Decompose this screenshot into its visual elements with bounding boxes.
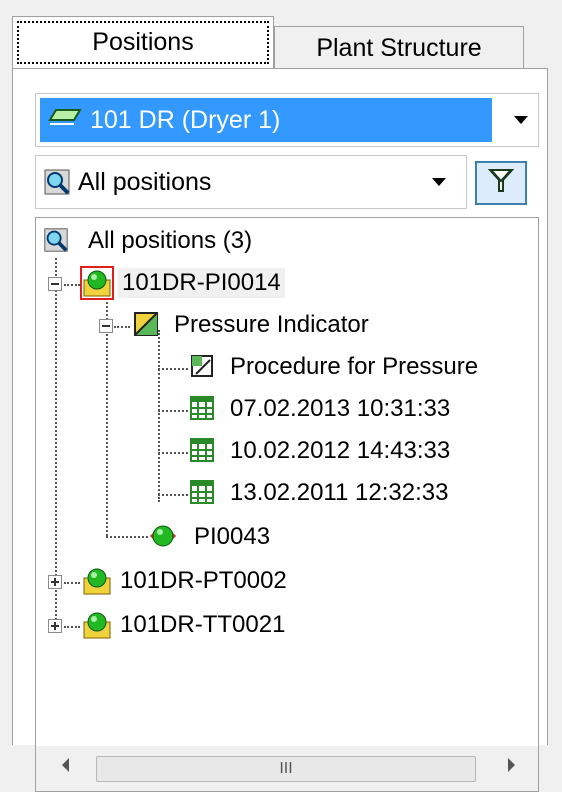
magnifier-icon	[42, 167, 72, 197]
magnifier-icon	[42, 226, 70, 254]
filter-selector-text: All positions	[78, 167, 212, 196]
tree-connector	[158, 452, 188, 454]
scrollbar-thumb[interactable]: III	[96, 756, 476, 782]
tree-connector	[158, 410, 188, 412]
chevron-down-icon[interactable]	[432, 178, 446, 186]
chevron-down-icon[interactable]	[514, 116, 528, 124]
tab-plant-structure-label: Plant Structure	[316, 34, 482, 62]
tree-node-position[interactable]: 101DR-TT0021	[120, 610, 285, 640]
collapse-toggle[interactable]	[48, 277, 62, 291]
focus-rectangle	[17, 21, 269, 64]
horizontal-scrollbar[interactable]: III	[35, 746, 539, 792]
tree-node-record[interactable]: 07.02.2013 10:31:33	[230, 394, 450, 424]
tree-node-position[interactable]: 101DR-PI0014	[118, 268, 285, 298]
funnel-icon	[487, 167, 515, 200]
expand-toggle[interactable]	[48, 575, 62, 589]
plant-selector[interactable]: 101 DR (Dryer 1)	[35, 93, 539, 147]
tree-connector	[64, 284, 80, 286]
record-icon	[188, 394, 216, 422]
tree-node-device-type[interactable]: Pressure Indicator	[174, 310, 369, 340]
plant-unit-icon	[48, 106, 82, 135]
filter-button[interactable]	[475, 161, 527, 205]
scrollbar-grip: III	[279, 760, 293, 777]
tree-node-procedure[interactable]: Procedure for Pressure	[230, 352, 478, 382]
positions-panel: 101 DR (Dryer 1) All positions All posit…	[12, 68, 548, 792]
plant-selector-value: 101 DR (Dryer 1)	[40, 98, 492, 142]
position-icon	[82, 566, 111, 595]
position-icon	[80, 266, 114, 300]
tree-connector	[64, 582, 80, 584]
tree-connector	[158, 330, 160, 502]
tree-connector	[114, 326, 130, 328]
tree-connector	[106, 536, 148, 538]
tree-connector	[55, 258, 57, 628]
tree-node-record[interactable]: 10.02.2012 14:43:33	[230, 436, 450, 466]
scroll-left-icon[interactable]	[62, 758, 69, 772]
device-type-icon	[132, 310, 160, 338]
tab-positions[interactable]: Positions	[12, 16, 274, 68]
tab-plant-structure[interactable]: Plant Structure	[274, 26, 524, 70]
filter-selector[interactable]: All positions	[35, 155, 467, 209]
tree-node-tag[interactable]: PI0043	[194, 522, 270, 552]
procedure-icon	[188, 352, 216, 380]
positions-tree[interactable]: All positions (3) 101DR-PI0014 Pressure …	[35, 217, 539, 746]
expand-toggle[interactable]	[48, 619, 62, 633]
collapse-toggle[interactable]	[99, 319, 113, 333]
tree-node-root[interactable]: All positions (3)	[88, 226, 252, 256]
position-icon	[82, 610, 111, 639]
record-icon	[188, 478, 216, 506]
tree-connector	[158, 494, 188, 496]
tag-icon	[148, 522, 176, 550]
tree-connector	[64, 626, 80, 628]
scroll-right-icon[interactable]	[508, 758, 515, 772]
plant-selector-text: 101 DR (Dryer 1)	[90, 105, 281, 134]
record-icon	[188, 436, 216, 464]
tree-connector	[158, 368, 188, 370]
tree-node-record[interactable]: 13.02.2011 12:32:33	[230, 478, 448, 508]
tree-node-position[interactable]: 101DR-PT0002	[120, 566, 287, 596]
